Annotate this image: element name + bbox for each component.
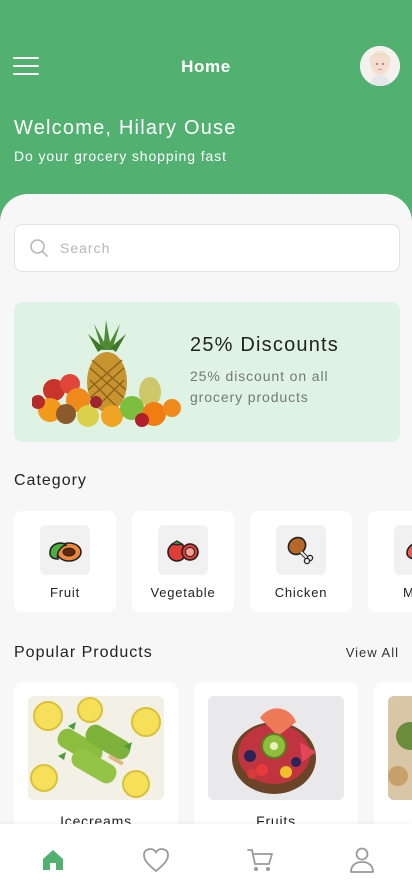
welcome-text: Welcome, Hilary Ouse	[14, 117, 237, 139]
category-label: Fruit	[50, 585, 80, 600]
category-label: Vegetable	[150, 585, 216, 600]
heart-icon[interactable]	[142, 846, 170, 874]
search-input[interactable]	[60, 233, 380, 263]
meat-icon	[406, 543, 412, 560]
cart-icon[interactable]	[246, 846, 274, 874]
category-label: Meat	[402, 585, 412, 600]
home-icon[interactable]	[39, 846, 67, 874]
category-fruit[interactable]: Fruit	[14, 511, 116, 612]
papaya-icon	[49, 542, 82, 562]
main-content: 25% Discounts 25% discount on all grocer…	[0, 194, 412, 893]
product-card-partial[interactable]	[374, 682, 412, 842]
avatar[interactable]	[360, 46, 400, 86]
category-label: Chicken	[274, 585, 328, 600]
category-heading: Category	[14, 472, 87, 489]
product-card-icecreams[interactable]: Icecreams	[14, 682, 178, 842]
popular-products-heading: Popular Products	[14, 644, 153, 661]
promo-banner[interactable]: 25% Discounts 25% discount on all grocer…	[14, 302, 400, 442]
category-list[interactable]: Fruit Vegetable Chicken M	[14, 511, 412, 613]
category-chicken[interactable]: Chicken	[250, 511, 352, 612]
profile-icon[interactable]	[348, 846, 376, 874]
promo-title: 25% Discounts	[190, 334, 339, 356]
promo-description: 25% discount on all grocery products	[190, 368, 329, 405]
search-icon	[30, 239, 48, 257]
tagline-text: Do your grocery shopping fast	[14, 148, 227, 164]
search-bar[interactable]	[14, 224, 400, 272]
category-meat[interactable]: Meat	[368, 511, 412, 612]
chicken-leg-icon	[287, 536, 314, 565]
tomato-icon	[167, 540, 199, 562]
fruit-bowl-image	[208, 696, 344, 800]
view-all-link[interactable]: View All	[346, 645, 399, 660]
fruit-basket-image	[32, 320, 181, 427]
product-card-fruits[interactable]: Fruits	[194, 682, 358, 842]
product-list[interactable]: Icecreams Fruits	[14, 682, 412, 842]
bottom-navigation	[0, 824, 412, 893]
page-title: Home	[181, 57, 231, 76]
icecream-image	[28, 696, 164, 800]
product-image	[388, 696, 412, 800]
category-vegetable[interactable]: Vegetable	[132, 511, 234, 612]
